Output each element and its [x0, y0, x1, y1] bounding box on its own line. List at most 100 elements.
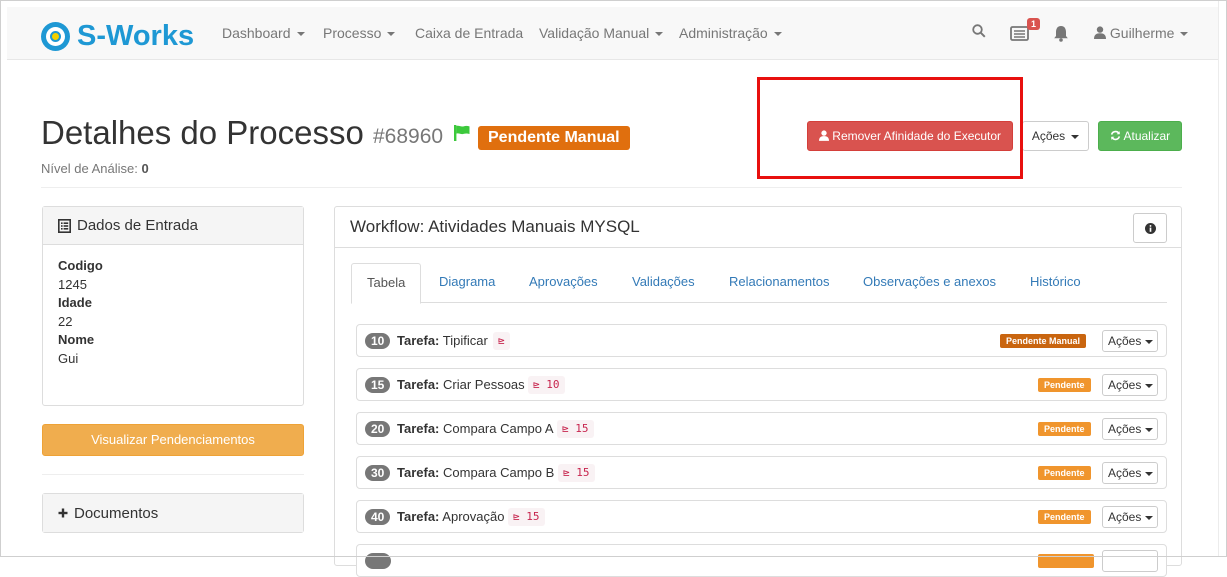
- tab-aprovacoes[interactable]: Aprovações: [514, 263, 613, 303]
- dados-entrada-panel: Dados de Entrada Codigo 1245 Idade 22 No…: [42, 206, 304, 406]
- sitemap-icon: ⊵: [533, 378, 540, 391]
- documentos-title: Documentos: [74, 504, 159, 522]
- dependency-value: 10: [546, 378, 560, 391]
- dependency-value: 15: [576, 466, 590, 479]
- header-divider: [41, 187, 1182, 188]
- task-name: Criar Pessoas: [443, 377, 525, 392]
- task-name: Aprovação: [442, 509, 505, 524]
- task-row: 30 Tarefa: Compara Campo B ⊵ 15 Pendente…: [356, 456, 1167, 489]
- nav-validacao-manual[interactable]: Validação Manual: [539, 25, 664, 41]
- acoes-label: Ações: [1031, 129, 1066, 143]
- sitemap-icon: ⊵: [513, 510, 520, 523]
- dependency-code: ⊵ 15: [557, 420, 594, 438]
- task-label: Tarefa: Compara Campo B: [397, 465, 554, 480]
- nav-caixa-entrada[interactable]: Caixa de Entrada: [415, 25, 523, 41]
- tab-tabela[interactable]: Tabela: [351, 263, 422, 304]
- inbox-icon[interactable]: [1010, 26, 1029, 44]
- field-value: Gui: [58, 350, 79, 366]
- chevron-down-icon: [1145, 383, 1154, 388]
- process-id: #68960: [373, 125, 444, 148]
- nav-processo[interactable]: Processo: [323, 25, 396, 41]
- inbox-badge: 1: [1027, 18, 1041, 30]
- task-row: 20 Tarefa: Compara Campo A ⊵ 15 Pendente…: [356, 412, 1167, 445]
- task-acoes-button[interactable]: Ações: [1102, 374, 1158, 396]
- nav-caixa-entrada-label: Caixa de Entrada: [415, 25, 524, 41]
- brand-text: S-Works: [77, 20, 195, 52]
- task-number-badge: 15: [365, 377, 391, 393]
- task-number-badge: 20: [365, 421, 391, 437]
- info-icon: [1144, 222, 1156, 234]
- flag-icon: [453, 124, 471, 145]
- process-status-badge: Pendente Manual: [478, 126, 630, 150]
- nav-validacao-manual-label: Validação Manual: [539, 25, 650, 41]
- tab-observacoes-anexos[interactable]: Observações e anexos: [848, 263, 1011, 303]
- sitemap-icon: ⊵: [562, 422, 569, 435]
- nivel-analise: Nível de Análise: 0: [41, 161, 149, 176]
- task-name: Compara Campo A: [443, 421, 554, 436]
- chevron-down-icon: [1145, 339, 1154, 344]
- top-strip: [0, 0, 1227, 7]
- dependency-code: ⊵ 15: [508, 508, 545, 526]
- user-icon: [1094, 26, 1106, 39]
- acoes-dropdown-button[interactable]: Ações: [1022, 121, 1089, 151]
- workflow-title: Workflow: Atividades Manuais MYSQL: [350, 217, 640, 236]
- task-acoes-label: Ações: [1108, 334, 1142, 348]
- info-button[interactable]: [1133, 213, 1167, 243]
- documentos-panel[interactable]: Documentos: [42, 493, 304, 533]
- task-acoes-button[interactable]: Ações: [1102, 418, 1158, 440]
- task-label: Tarefa: Compara Campo A: [397, 421, 554, 436]
- workflow-panel: Workflow: Atividades Manuais MYSQL Tabel…: [334, 206, 1182, 577]
- task-acoes-button[interactable]: Ações: [1102, 506, 1158, 528]
- dependency-code: ⊵: [493, 332, 510, 350]
- chevron-down-icon: [296, 32, 305, 37]
- task-prefix: Tarefa:: [397, 509, 440, 524]
- bell-icon[interactable]: [1053, 25, 1069, 45]
- nivel-value: 0: [141, 161, 149, 176]
- visualizar-pendenciamentos-button[interactable]: Visualizar Pendenciamentos: [42, 424, 304, 456]
- task-label: Tarefa: Aprovação: [397, 509, 504, 524]
- field-value: 1245: [58, 276, 87, 292]
- atualizar-label: Atualizar: [1123, 129, 1171, 143]
- tab-relacionamentos[interactable]: Relacionamentos: [714, 263, 844, 303]
- user-name: Guilherme: [1109, 25, 1175, 41]
- tab-validacoes[interactable]: Validações: [617, 263, 710, 303]
- chevron-down-icon: [1180, 32, 1189, 37]
- nav-dashboard[interactable]: Dashboard: [222, 25, 305, 41]
- plus-icon: [58, 508, 68, 518]
- task-acoes-button[interactable]: [1102, 550, 1158, 572]
- task-number-badge: 30: [365, 465, 391, 481]
- nav-administracao[interactable]: Administração: [679, 25, 782, 41]
- task-number-badge: 40: [365, 509, 391, 525]
- user-menu[interactable]: Guilherme: [1094, 25, 1189, 41]
- task-number-badge: [365, 553, 391, 569]
- task-name: Compara Campo B: [443, 465, 555, 480]
- brand-icon: [41, 21, 70, 51]
- task-status-badge: Pendente: [1038, 422, 1091, 436]
- task-status-badge: Pendente: [1038, 510, 1091, 524]
- documentos-heading[interactable]: Documentos: [43, 494, 303, 532]
- task-acoes-label: Ações: [1108, 422, 1142, 436]
- left-divider: [42, 474, 304, 475]
- chevron-down-icon: [773, 32, 782, 37]
- tab-diagrama[interactable]: Diagrama: [424, 263, 510, 303]
- task-acoes-button[interactable]: Ações: [1102, 330, 1158, 352]
- chevron-down-icon: [1145, 515, 1154, 520]
- scrollbar[interactable]: [1218, 0, 1227, 557]
- workflow-divider: [335, 247, 1181, 248]
- refresh-icon: [1110, 130, 1120, 141]
- task-acoes-label: Ações: [1108, 466, 1142, 480]
- task-acoes-button[interactable]: Ações: [1102, 462, 1158, 484]
- task-label: Tarefa: Tipificar: [397, 333, 488, 348]
- highlight-annotation-box: [757, 77, 1023, 179]
- task-acoes-label: Ações: [1108, 510, 1142, 524]
- chevron-down-icon: [387, 32, 396, 37]
- tab-historico[interactable]: Histórico: [1015, 263, 1096, 303]
- search-icon[interactable]: [972, 24, 986, 41]
- nav-dashboard-label: Dashboard: [222, 25, 291, 41]
- atualizar-button[interactable]: Atualizar: [1098, 121, 1182, 151]
- task-row: 15 Tarefa: Criar Pessoas ⊵ 10 Pendente A…: [356, 368, 1167, 401]
- brand-logo[interactable]: S-Works: [41, 21, 194, 51]
- navbar: S-Works Dashboard Processo Caixa de Entr…: [7, 7, 1218, 60]
- dados-entrada-body: Codigo 1245 Idade 22 Nome Gui: [43, 245, 303, 381]
- task-row: 10 Tarefa: Tipificar ⊵ Pendente Manual A…: [356, 324, 1167, 357]
